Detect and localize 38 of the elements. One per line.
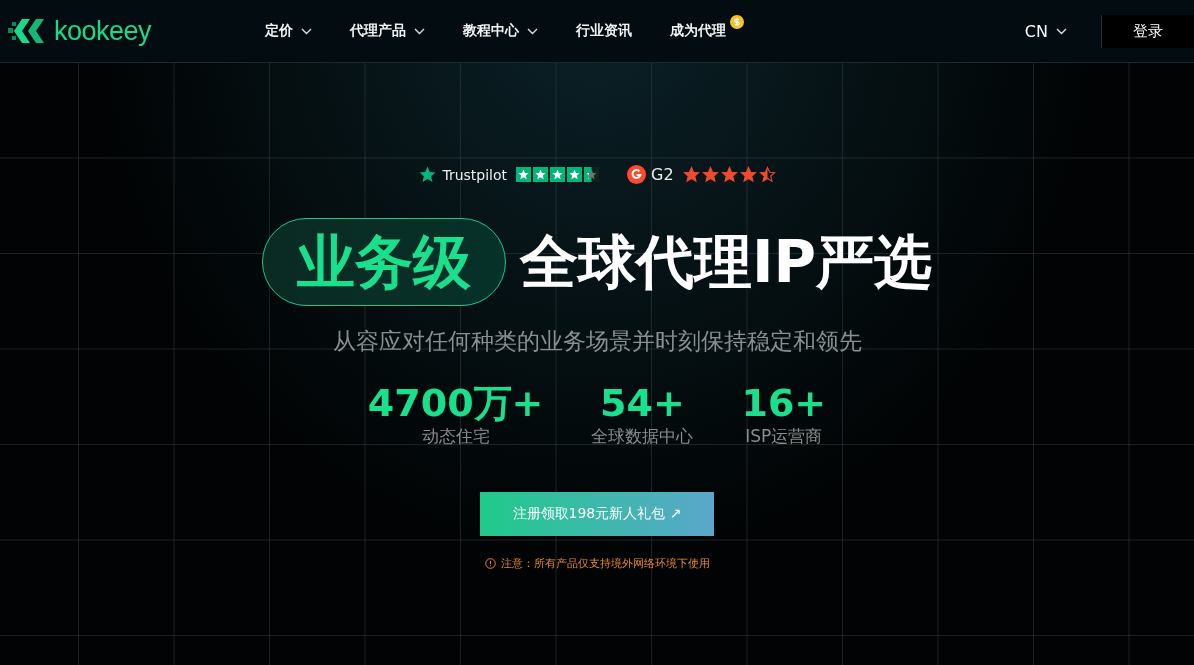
brand-name: kookeey <box>54 15 152 47</box>
trustpilot-label: Trustpilot <box>442 166 508 183</box>
nav-menu-item[interactable]: 成为代理 <box>670 15 744 47</box>
star-icon <box>758 166 776 183</box>
hero-title: 全球代理IP严选 <box>519 227 933 298</box>
stat-label: ISP运营商 <box>745 425 823 447</box>
stat-label: 全球数据中心 <box>591 425 694 447</box>
stat-value: 54+ <box>600 381 685 425</box>
nav-menu-item[interactable]: 代理产品 <box>350 15 425 47</box>
g2-logo-icon <box>627 165 647 184</box>
notice-text: 注意：所有产品仅支持境外网络环境下使用 <box>500 556 710 571</box>
star-icon <box>701 166 719 183</box>
star-icon <box>739 166 757 183</box>
star-icon <box>516 167 532 182</box>
star-icon <box>418 165 438 184</box>
star-icon <box>720 166 738 183</box>
stat-label: 动态住宅 <box>421 425 490 447</box>
stat-value: 16+ <box>741 381 827 425</box>
star-icon <box>533 167 549 182</box>
hero-subtitle: 从容应对任何种类的业务场景并时刻保持稳定和领先 <box>332 327 862 356</box>
nav-menu-item[interactable]: 教程中心 <box>463 15 538 47</box>
chevron-down-icon <box>301 27 312 35</box>
star-icon <box>567 167 583 182</box>
coin-icon <box>730 15 744 29</box>
chevron-down-icon <box>527 27 538 35</box>
nav-menu-item[interactable]: 行业资讯 <box>576 15 632 47</box>
nav-menu-item[interactable]: 定价 <box>265 15 312 47</box>
star-icon <box>682 166 700 183</box>
stat-value: 4700万+ <box>367 381 544 425</box>
chevron-down-icon <box>414 27 425 35</box>
info-icon <box>484 558 496 569</box>
star-icon <box>550 167 566 182</box>
g2-label: G2 <box>651 165 674 184</box>
login-button[interactable]: 登录 <box>1101 14 1194 48</box>
language-selector[interactable]: CN <box>1018 20 1073 42</box>
star-icon <box>584 167 600 182</box>
highlight-pill: 业务级 <box>261 218 506 306</box>
chevron-down-icon <box>1056 27 1067 35</box>
